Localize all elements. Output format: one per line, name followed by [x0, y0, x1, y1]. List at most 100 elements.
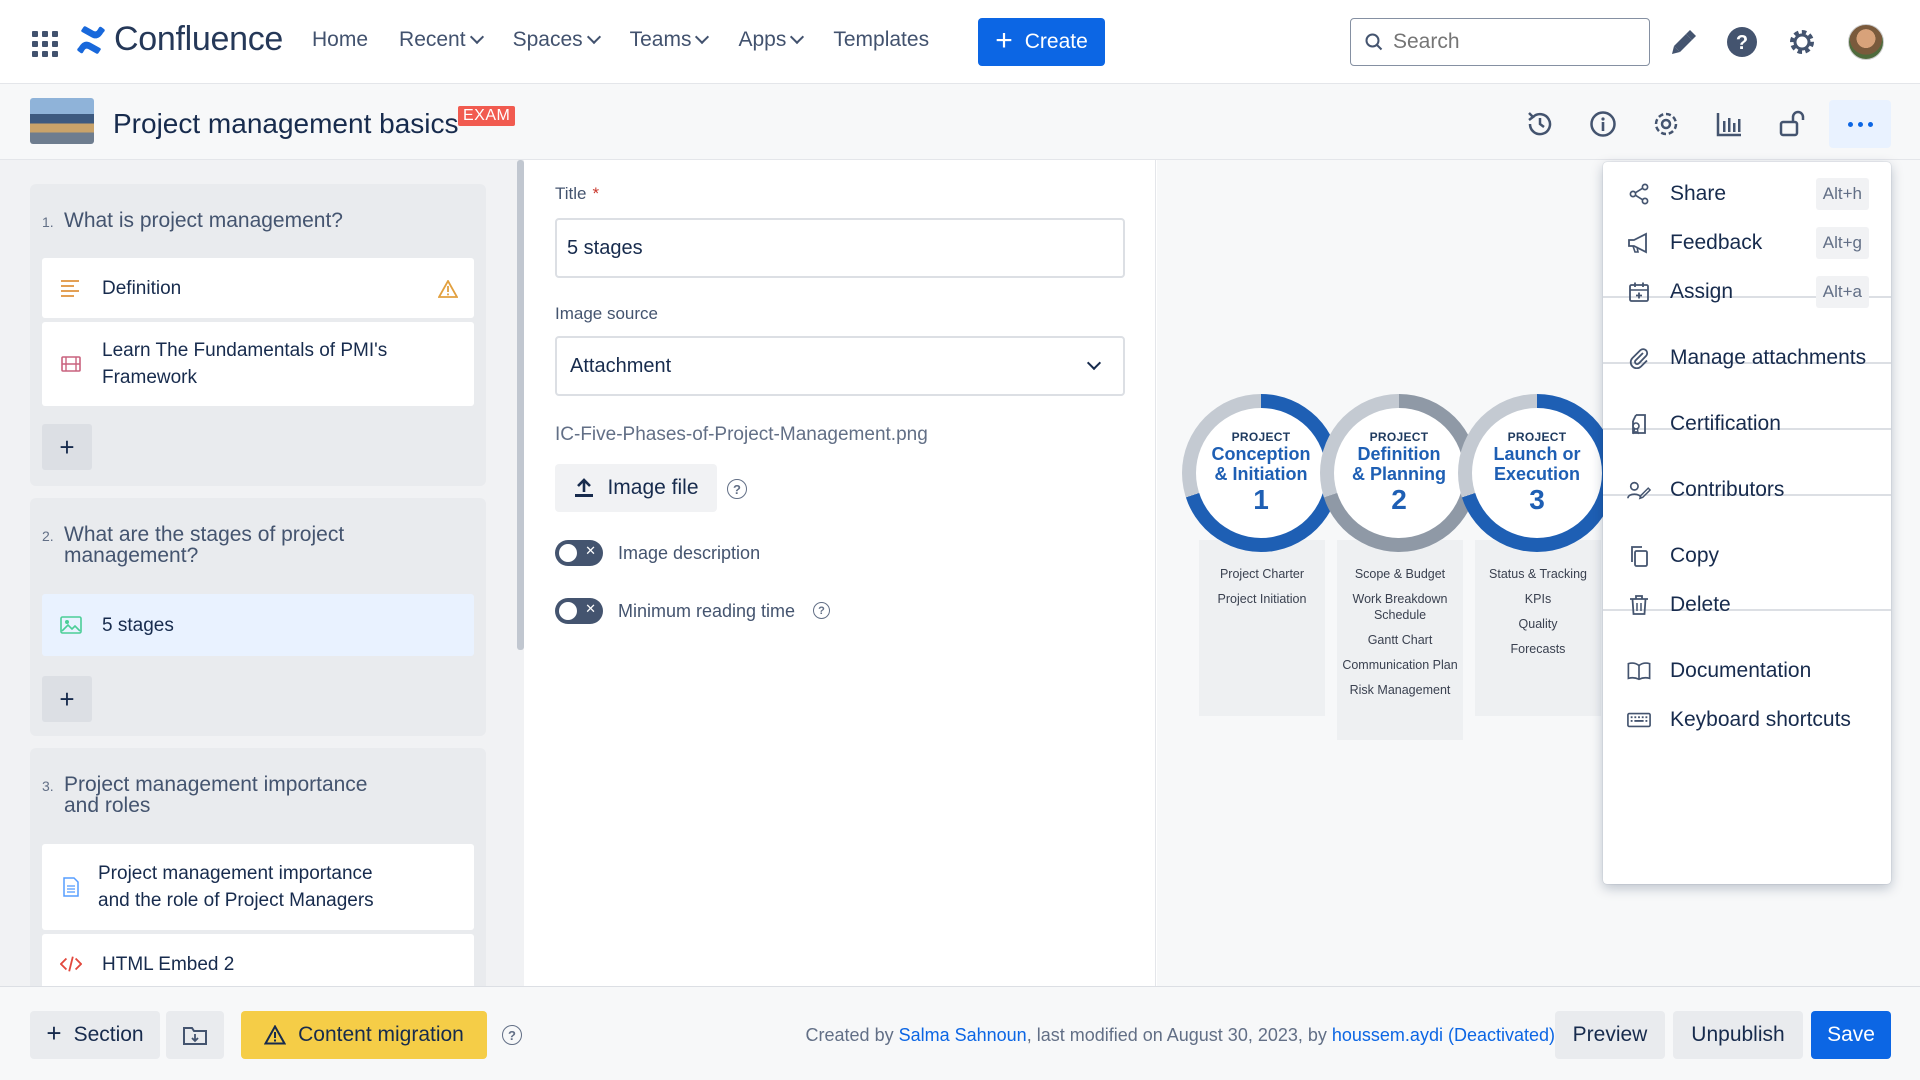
phase-small: PROJECT [1507, 430, 1567, 444]
phase-line1: Definition [1357, 444, 1441, 464]
image-description-toggle[interactable] [555, 540, 603, 566]
menu-item-feedback[interactable]: Feedback Alt+g [1603, 215, 1891, 271]
nav-item-teams[interactable]: Teams [630, 28, 710, 52]
menu-item-delete[interactable]: Delete [1603, 577, 1891, 633]
more-icon [1847, 121, 1853, 127]
sidebar-item-html-embed[interactable]: HTML Embed 2 [42, 934, 474, 986]
help-icon[interactable]: ? [813, 602, 830, 619]
menu-item-assign[interactable]: Assign Alt+a [1603, 264, 1891, 320]
chevron-down-icon [1086, 355, 1102, 371]
image-icon [60, 614, 82, 636]
nav-item-apps[interactable]: Apps [738, 28, 805, 52]
add-item-button[interactable]: + [42, 424, 92, 470]
menu-item-keyboard-shortcuts[interactable]: Keyboard shortcuts [1603, 692, 1891, 748]
section-title: Project management importance and roles [64, 773, 368, 817]
title-label-text: Title [555, 184, 587, 203]
share-icon [1627, 182, 1651, 206]
confluence-logo[interactable]: Confluence [76, 20, 283, 59]
sidebar-item-definition[interactable]: Definition [42, 258, 474, 318]
menu-item-label: Keyboard shortcuts [1670, 708, 1851, 731]
info-icon[interactable] [1585, 106, 1621, 142]
unlock-icon[interactable] [1774, 106, 1810, 142]
section-title: What is project management? [64, 209, 343, 232]
megaphone-icon [1627, 231, 1651, 255]
section-header[interactable]: 1. What is project management? [30, 184, 486, 231]
phase-deliverable: Gantt Chart [1367, 633, 1433, 647]
keyboard-shortcut-badge: Alt+a [1815, 276, 1869, 308]
nav-item-templates[interactable]: Templates [833, 28, 929, 52]
menu-item-certification[interactable]: Certification [1603, 396, 1891, 452]
help-icon[interactable]: ? [502, 1025, 522, 1045]
phase-line1: Conception [1211, 444, 1311, 464]
import-folder-button[interactable] [166, 1011, 224, 1059]
settings-icon[interactable] [1784, 24, 1820, 60]
sidebar-scrollbar[interactable] [517, 160, 524, 650]
author-link[interactable]: Salma Sahnoun [899, 1025, 1027, 1045]
menu-item-label: Share [1670, 182, 1727, 205]
save-button[interactable]: Save [1811, 1011, 1891, 1059]
section-number: 1. [42, 214, 54, 230]
phase-circle: PROJECT Definition & Planning 2 [1320, 394, 1478, 552]
help-icon[interactable]: ? [727, 479, 747, 499]
image-source-select[interactable]: Attachment [555, 336, 1125, 396]
phase-small: PROJECT [1369, 430, 1429, 444]
document-icon [60, 876, 82, 898]
phase-line2: & Initiation [1214, 464, 1308, 484]
menu-item-contributors[interactable]: Contributors [1603, 462, 1891, 518]
create-button[interactable]: + Create [978, 18, 1105, 66]
add-item-button[interactable]: + [42, 676, 92, 722]
sidebar-item-pmi-framework[interactable]: Learn The Fundamentals of PMI's Framewor… [42, 322, 474, 406]
search-input[interactable] [1393, 30, 1633, 54]
phase-num: 1 [1253, 484, 1269, 515]
keyboard-shortcut-badge: Alt+h [1815, 178, 1869, 210]
create-button-label: Create [1024, 30, 1088, 53]
phase-line2: & Planning [1352, 464, 1446, 484]
editor-link[interactable]: houssem.aydi (Deactivated) [1332, 1025, 1555, 1045]
section-header[interactable]: 3. Project management importance and rol… [30, 748, 486, 816]
image-file-button[interactable]: Image file [555, 464, 717, 512]
preview-button[interactable]: Preview [1555, 1011, 1665, 1059]
title-field[interactable]: 5 stages [555, 218, 1125, 278]
section-card: 2. What are the stages of project manage… [30, 498, 486, 736]
add-section-button[interactable]: + Section [30, 1011, 160, 1059]
title-label: Title * [555, 184, 599, 204]
menu-item-share[interactable]: Share Alt+h [1603, 166, 1891, 222]
phase-line1: Launch or [1493, 444, 1581, 464]
menu-item-documentation[interactable]: Documentation [1603, 643, 1891, 699]
nav-item-recent[interactable]: Recent [399, 28, 484, 52]
nav-item-spaces[interactable]: Spaces [513, 28, 601, 52]
sidebar-item-5-stages[interactable]: 5 stages [42, 594, 474, 656]
minimum-reading-time-toggle[interactable] [555, 598, 603, 624]
phase-deliverable: Project Initiation [1217, 592, 1307, 606]
sidebar-item-pm-importance[interactable]: Project management importance and the ro… [42, 844, 474, 930]
unpublish-button[interactable]: Unpublish [1673, 1011, 1803, 1059]
notifications-icon[interactable] [1666, 24, 1702, 60]
keyboard-shortcut-badge: Alt+g [1815, 227, 1869, 259]
menu-item-label: Manage attachments [1670, 346, 1867, 369]
certificate-icon [1627, 412, 1651, 436]
avatar[interactable] [1848, 24, 1884, 60]
book-icon [1627, 659, 1651, 683]
nav-item-home[interactable]: Home [312, 28, 368, 52]
app-switcher-icon[interactable] [32, 31, 58, 57]
phase-deliverable: Quality [1518, 617, 1558, 631]
section-number: 2. [42, 528, 54, 544]
content-migration-button[interactable]: Content migration [241, 1011, 487, 1059]
menu-item-label: Certification [1670, 412, 1781, 435]
phase-circle-inner: PROJECT Definition & Planning 2 [1334, 408, 1464, 538]
image-file-label: Image file [607, 476, 699, 499]
analytics-icon[interactable] [1711, 106, 1747, 142]
menu-item-copy[interactable]: Copy [1603, 528, 1891, 584]
page-settings-icon[interactable] [1648, 106, 1684, 142]
more-actions-button[interactable] [1829, 100, 1891, 148]
page-header: Project management basics EXAM [0, 84, 1920, 160]
section-header[interactable]: 2. What are the stages of project manage… [30, 498, 486, 566]
help-icon[interactable]: ? [1724, 24, 1760, 60]
history-icon[interactable] [1522, 106, 1558, 142]
chevron-down-icon [469, 29, 484, 45]
more-actions-menu: Share Alt+h Feedback Alt+g Assign Alt+a Manage… [1603, 162, 1891, 884]
search-box[interactable] [1350, 18, 1650, 66]
phase-circle-inner: PROJECT Conception & Initiation 1 [1196, 408, 1326, 538]
menu-item-manage-attachments[interactable]: Manage attachments [1603, 330, 1891, 386]
code-icon [60, 953, 82, 975]
